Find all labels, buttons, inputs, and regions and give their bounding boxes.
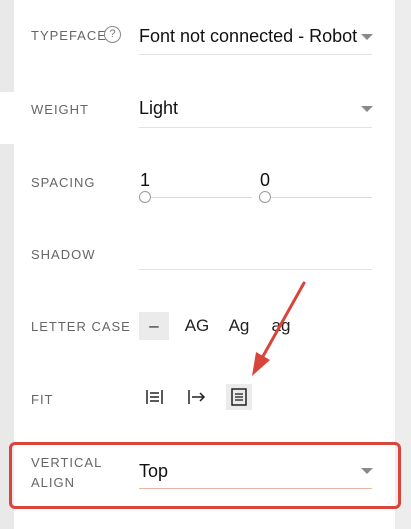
vertical-align-underline (139, 488, 372, 489)
vertical-align-label-line1: VERTICAL (31, 455, 103, 470)
vertical-align-label-line2: ALIGN (31, 475, 76, 490)
vertical-align-dropdown[interactable]: Top (139, 461, 168, 482)
vertical-align-chevron-down-icon[interactable] (361, 468, 373, 474)
